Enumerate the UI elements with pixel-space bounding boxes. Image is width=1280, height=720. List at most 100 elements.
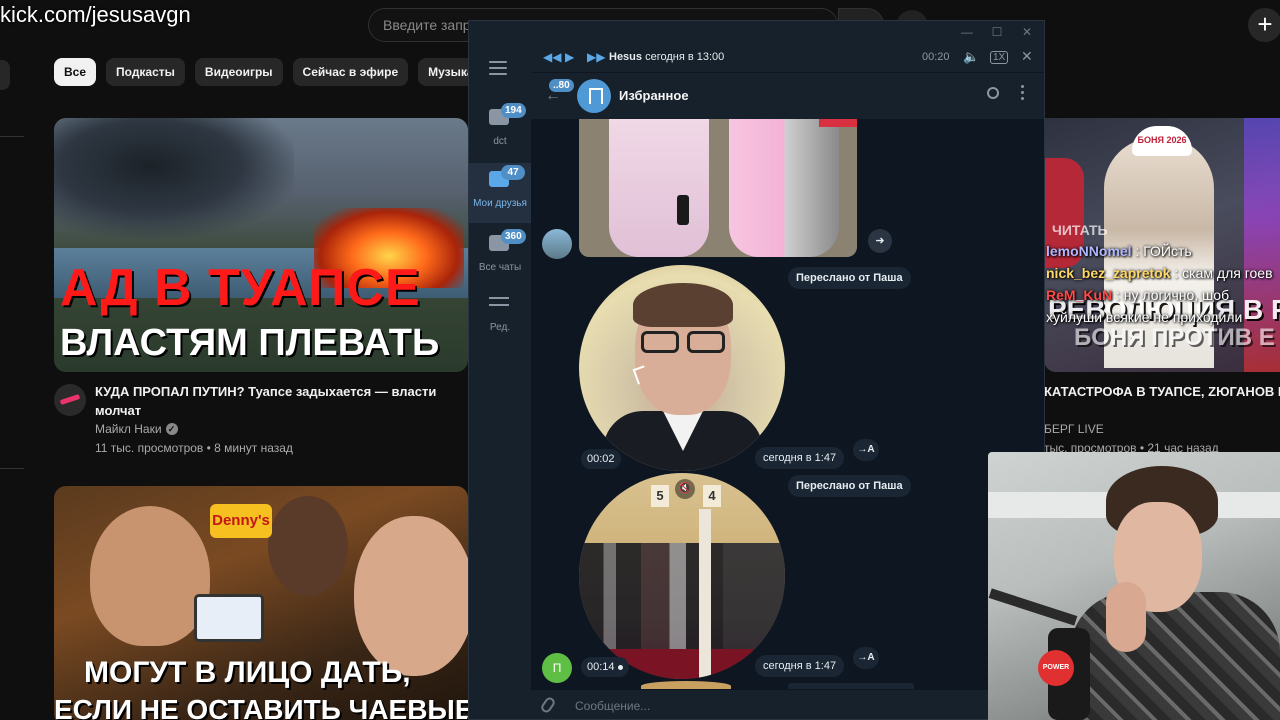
folder-label: Все чаты xyxy=(478,262,522,273)
transcribe-button[interactable]: →A xyxy=(853,647,879,669)
divider xyxy=(0,468,24,469)
video-message[interactable] xyxy=(641,681,731,689)
chip-live[interactable]: Сейчас в эфире xyxy=(292,58,409,86)
volume-icon[interactable]: 🔈 xyxy=(963,49,979,65)
more-options-icon[interactable] xyxy=(1021,85,1025,103)
thumbnail-text: АД В ТУАПСЕ xyxy=(60,259,421,317)
video-duration: 00:14 xyxy=(581,657,629,677)
duration-text: 00:14 xyxy=(587,661,615,673)
chat-message: lemoNNomel : ГОЙсть xyxy=(1046,240,1276,262)
video-duration: 00:02 xyxy=(581,449,621,469)
folder-label: Ред. xyxy=(489,322,511,333)
verified-icon: ✓ xyxy=(165,423,178,435)
thumbnail-text: МОГУТ В ЛИЦО ДАТЬ, xyxy=(84,656,411,689)
player-track-title[interactable]: Hesus сегодня в 13:00 xyxy=(609,51,724,63)
forwarded-from-label[interactable]: Переслано от Паша xyxy=(788,267,911,289)
play-icon[interactable]: ▶ xyxy=(565,50,574,64)
chat-text: : скам для гоев xyxy=(1174,265,1273,281)
video-thumbnail[interactable]: Denny's МОГУТ В ЛИЦО ДАТЬ, ЕСЛИ НЕ ОСТАВ… xyxy=(54,486,468,720)
photo-person xyxy=(729,119,839,257)
folder-my-friends[interactable]: 47 Мои друзья xyxy=(469,163,531,223)
unread-badge: 360 xyxy=(501,229,526,244)
stream-chat-overlay: lemoNNomel : ГОЙсть nick_bez_zapretok : … xyxy=(1046,240,1276,328)
player-sender: Hesus xyxy=(609,51,643,63)
back-unread-badge: ..80 xyxy=(549,79,574,92)
next-icon[interactable]: ▶▶ xyxy=(587,50,605,64)
channel-name[interactable]: БЕРГ LIVE xyxy=(1044,422,1104,436)
unread-badge: 194 xyxy=(501,103,526,118)
maximize-icon[interactable]: ☐ xyxy=(989,24,1005,40)
mic-badge: POWER xyxy=(1038,650,1074,686)
playback-speed-button[interactable]: 1X xyxy=(990,51,1009,64)
window-titlebar[interactable]: — ☐ ✕ xyxy=(469,21,1044,43)
folder-dct[interactable]: 194 dct xyxy=(469,101,531,161)
avatar[interactable] xyxy=(542,229,572,259)
player-date: сегодня в 13:00 xyxy=(642,51,725,63)
channel-label: Майкл Наки xyxy=(95,422,162,436)
video-message[interactable] xyxy=(579,265,785,471)
sidebar-edge xyxy=(0,60,10,90)
chat-username: nick_bez_zapretok xyxy=(1046,265,1171,281)
channel-name[interactable]: Майкл Наки ✓ xyxy=(95,422,178,436)
minimize-icon[interactable]: — xyxy=(959,24,975,40)
folder-edit[interactable]: Ред. xyxy=(469,287,531,347)
share-icon[interactable]: ➜ xyxy=(868,229,892,253)
bookmark-icon[interactable] xyxy=(577,79,611,113)
video-title[interactable]: КАТАСТРОФА В ТУАПСЕ, ZЮГАНОВ ПРО РЕВОЛЮЦ… xyxy=(1044,382,1280,401)
attach-icon[interactable] xyxy=(539,695,557,715)
photo-person xyxy=(609,119,709,257)
create-icon[interactable]: + xyxy=(1248,8,1280,42)
avatar[interactable]: П xyxy=(542,653,572,683)
close-player-icon[interactable]: ✕ xyxy=(1021,48,1033,65)
folder-all-chats[interactable]: 360 Все чаты xyxy=(469,227,531,287)
message-input[interactable]: Сообщение... xyxy=(575,699,650,713)
forwarded-from-label[interactable]: Переслано от Паша xyxy=(788,475,911,497)
mute-icon[interactable]: 🔇 xyxy=(675,479,695,499)
photo-message[interactable] xyxy=(579,119,857,257)
close-icon[interactable]: ✕ xyxy=(1019,24,1035,40)
player-time: 00:20 xyxy=(922,51,950,63)
chat-message: nick_bez_zapretok : скам для гоев xyxy=(1046,262,1276,284)
video-sign: 5 xyxy=(651,485,669,507)
video-person xyxy=(641,331,727,353)
previous-icon[interactable]: ◀◀ xyxy=(543,50,561,64)
webcam-person xyxy=(1070,592,1280,720)
chat-username: lemoNNomel xyxy=(1046,243,1132,259)
channel-avatar[interactable] xyxy=(54,384,86,416)
thumbnail-text: ЕСЛИ НЕ ОСТАВИТЬ ЧАЕВЫЕ? xyxy=(54,694,468,720)
thumbnail-sign: Denny's xyxy=(210,504,272,538)
video-column xyxy=(699,509,711,679)
video-sign: 4 xyxy=(703,485,721,507)
divider xyxy=(0,136,24,137)
photo-detail xyxy=(819,119,857,127)
sliders-icon xyxy=(489,297,509,311)
search-icon[interactable] xyxy=(987,87,999,99)
thumbnail-text: ВЛАСТЯМ ПЛЕВАТЬ xyxy=(60,322,440,364)
transcribe-button[interactable]: →A xyxy=(853,439,879,461)
thumbnail-text: ЧИТАТЬ xyxy=(1052,222,1108,238)
message-time: сегодня в 1:47 xyxy=(755,447,845,469)
video-title[interactable]: КУДА ПРОПАЛ ПУТИН? Туапсе задыхается — в… xyxy=(95,382,465,420)
chat-header: ← ..80 Избранное xyxy=(531,73,1044,119)
thumbnail-text: БОНЯ ПРОТИВ Е xyxy=(1074,324,1275,351)
video-person xyxy=(633,283,733,327)
chat-text: : ГОЙсть xyxy=(1135,243,1192,259)
unread-badge: 47 xyxy=(501,165,525,180)
message-time: сегодня в 1:47 xyxy=(755,655,845,677)
chat-title[interactable]: Избранное xyxy=(619,88,689,103)
folder-label: dct xyxy=(493,136,507,147)
thumbnail-person xyxy=(268,496,348,596)
message-list[interactable]: ➜ Переслано от Паша 00:02 сегодня в 1:47… xyxy=(531,119,1044,689)
chip-videogames[interactable]: Видеоигры xyxy=(194,58,283,86)
thumbnail-person xyxy=(90,506,210,646)
video-message[interactable]: 5 4 🔇 xyxy=(579,473,785,679)
chip-all[interactable]: Все xyxy=(54,58,97,86)
screen: kick.com/jesusavgn Введите запрос + Все … xyxy=(0,0,1280,720)
thumbnail-cap: БОНЯ 2026 xyxy=(1132,126,1192,156)
chip-podcasts[interactable]: Подкасты xyxy=(106,58,185,86)
video-thumbnail[interactable]: АД В ТУАПСЕ ВЛАСТЯМ ПЛЕВАТЬ xyxy=(54,118,468,372)
menu-icon[interactable] xyxy=(489,61,507,75)
thumbnail-smoke xyxy=(54,118,294,238)
mic-arm xyxy=(988,588,1078,626)
chat-message: ReM_KuN : ну логично, шоб хуйлуши всякие… xyxy=(1046,284,1276,328)
